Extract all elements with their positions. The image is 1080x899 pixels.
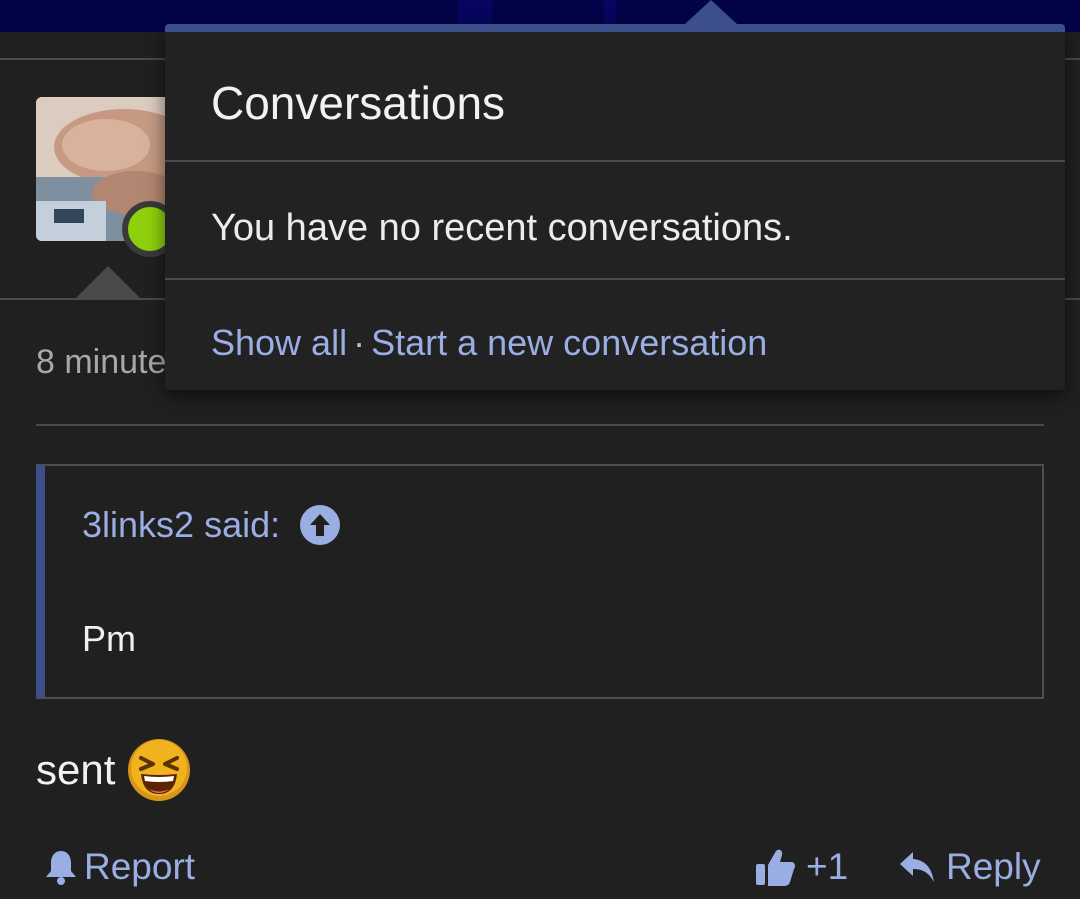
quote-author-link[interactable]: 3links2 said:: [82, 504, 280, 546]
dropdown-separator: [165, 278, 1065, 280]
report-label: Report: [84, 846, 196, 887]
post-timestamp[interactable]: 8 minute: [36, 343, 166, 382]
reply-label: Reply: [946, 846, 1041, 887]
dropdown-footer-links: Show all · Start a new conversation: [211, 322, 767, 364]
post-divider: [36, 424, 1044, 426]
reply-button[interactable]: Reply: [898, 846, 1041, 888]
post-message: sent: [36, 738, 191, 802]
message-text: sent: [36, 746, 116, 793]
thumbs-up-icon: [756, 849, 795, 886]
like-count: +1: [806, 846, 849, 887]
dropdown-title: Conversations: [211, 77, 506, 129]
show-all-link[interactable]: Show all: [211, 322, 347, 363]
bell-icon: [46, 851, 76, 885]
avatar-caret: [74, 266, 142, 300]
start-new-conversation-link[interactable]: Start a new conversation: [371, 322, 767, 363]
dropdown-caret: [685, 0, 737, 24]
quote-header[interactable]: 3links2 said:: [82, 504, 341, 546]
dropdown-separator: [165, 160, 1065, 162]
link-separator: ·: [353, 322, 366, 363]
like-button[interactable]: +1: [754, 846, 848, 888]
arrow-up-circle-icon[interactable]: [300, 505, 341, 545]
quote-text: Pm: [82, 618, 136, 659]
reply-arrow-icon: [900, 852, 934, 882]
quote-block: 3links2 said: Pm: [36, 464, 1044, 699]
empty-conversations-text: You have no recent conversations.: [211, 207, 793, 249]
laughing-squinting-face-icon: [128, 739, 191, 801]
report-button[interactable]: Report: [44, 846, 195, 888]
conversations-dropdown: Conversations You have no recent convers…: [165, 0, 1065, 390]
